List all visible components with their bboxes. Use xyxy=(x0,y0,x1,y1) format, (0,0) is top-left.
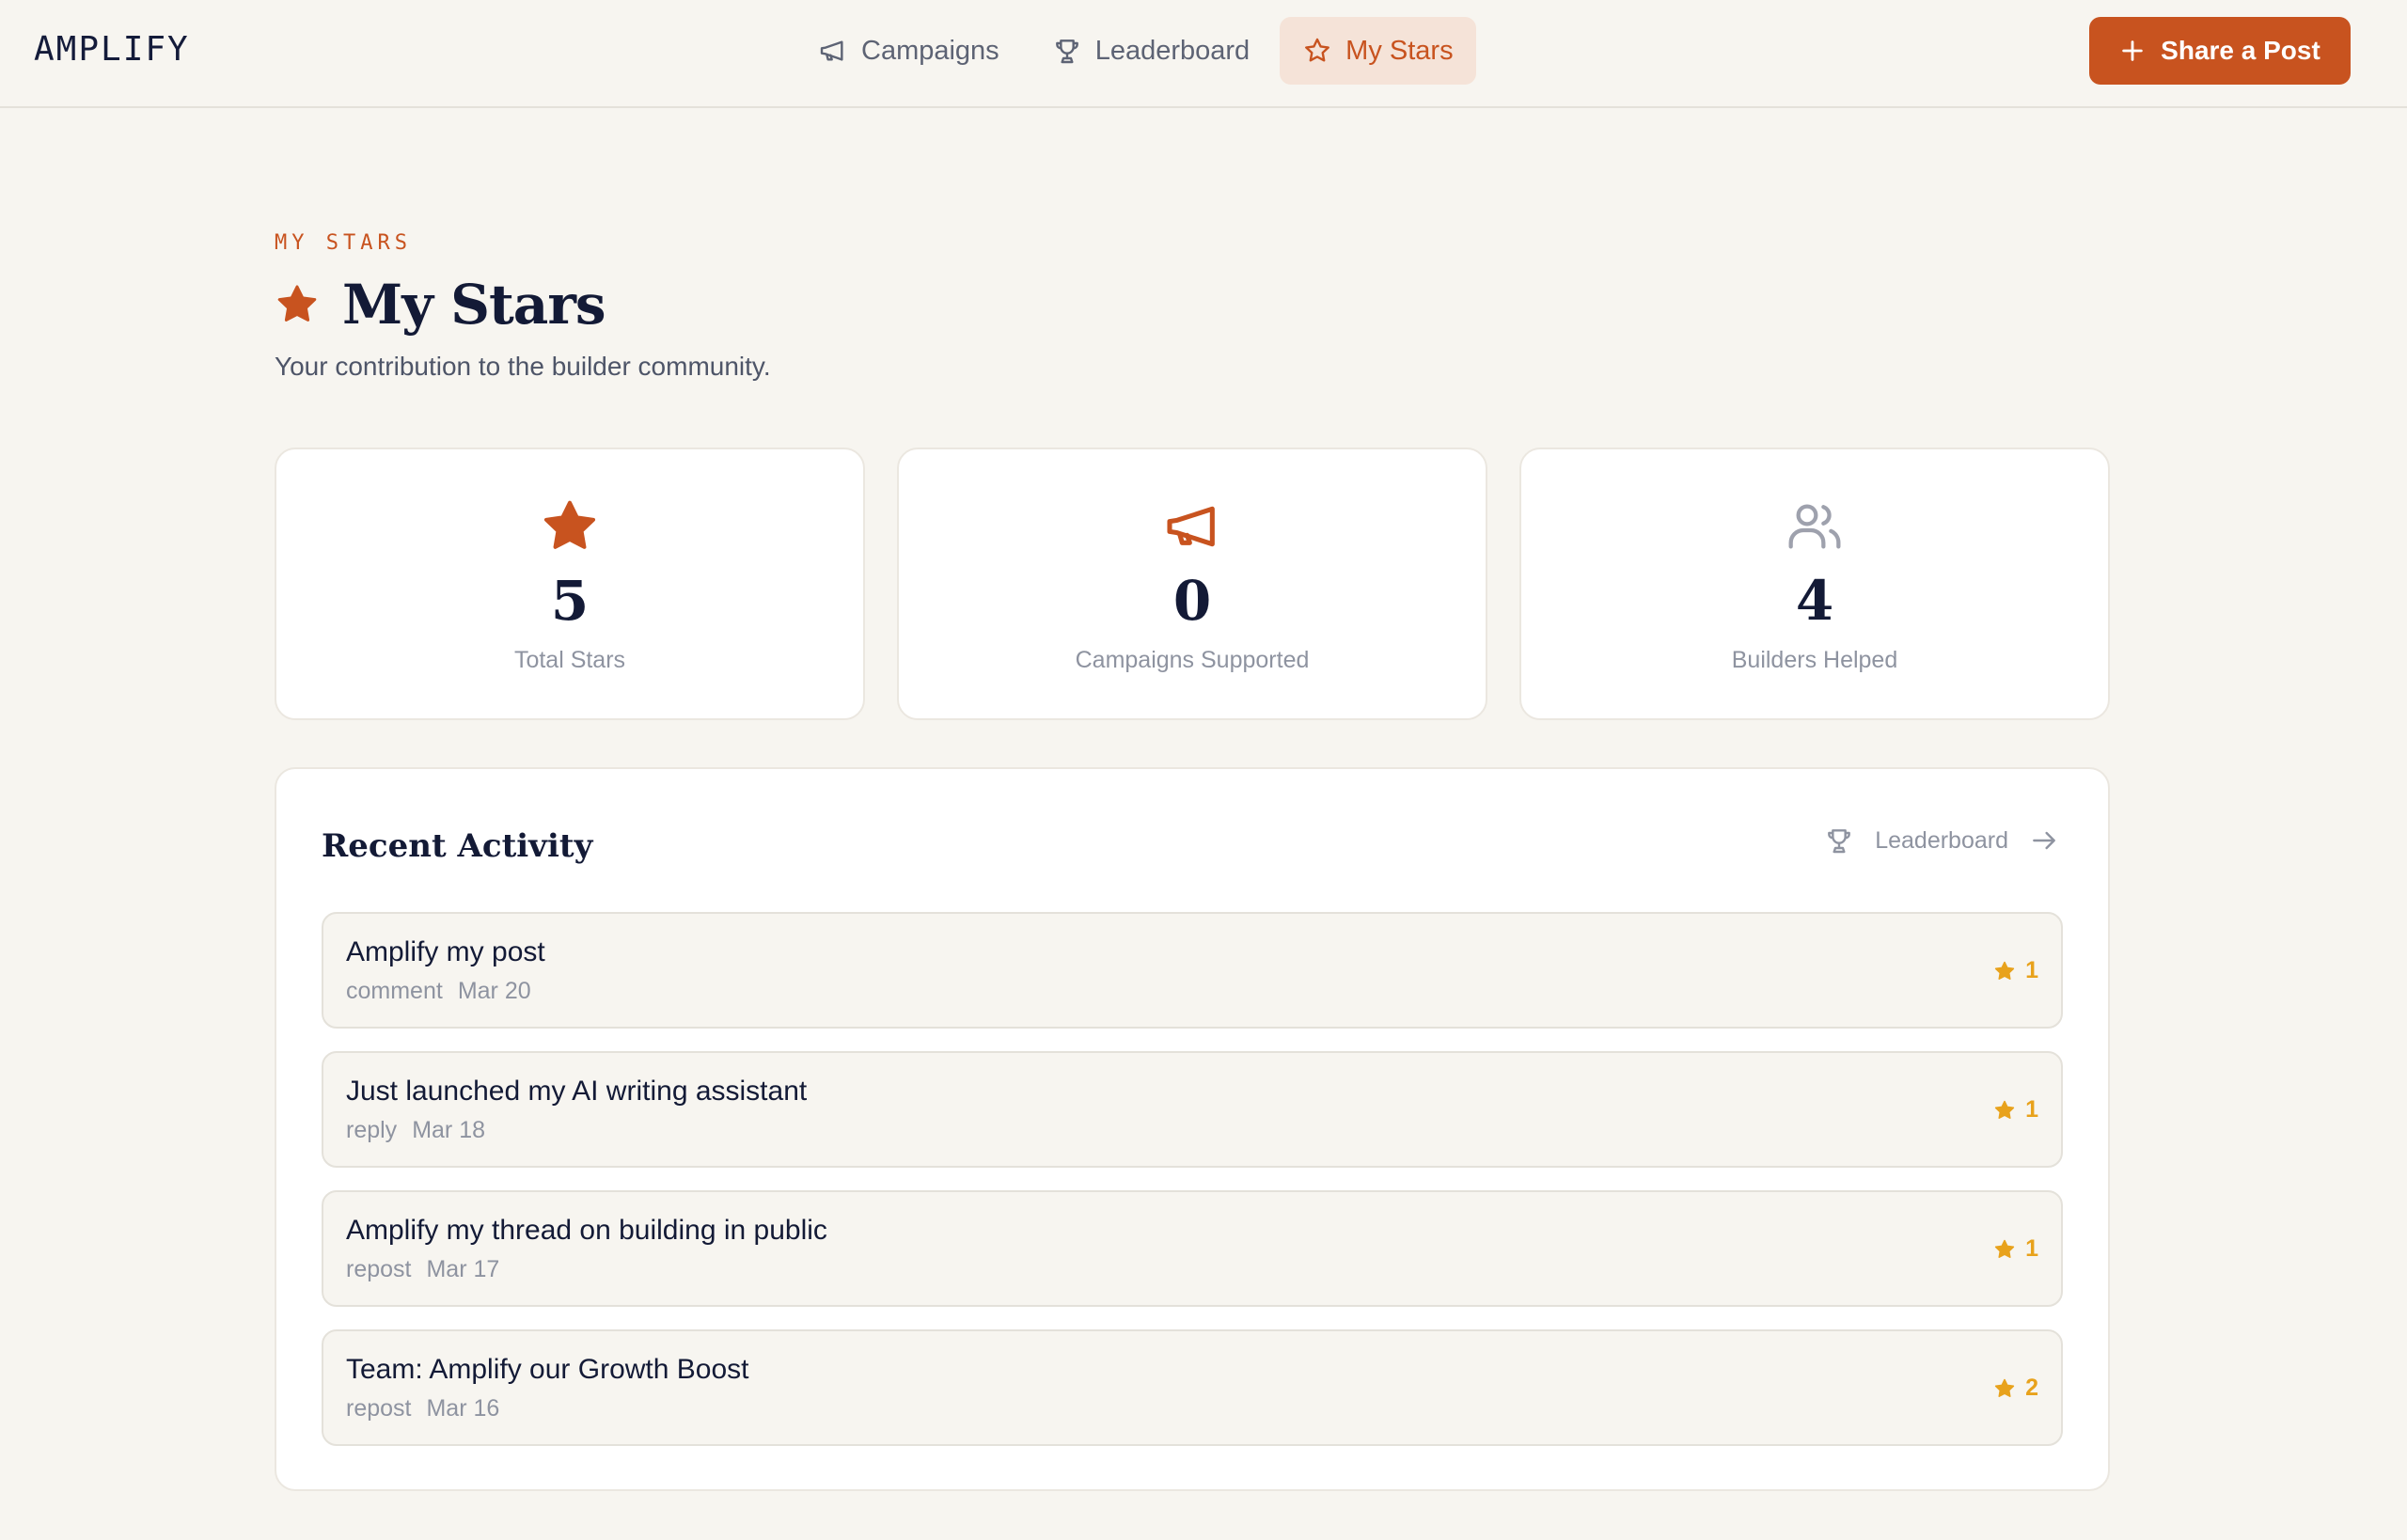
activity-meta: repost Mar 17 xyxy=(346,1256,499,1283)
star-icon xyxy=(1994,1239,2015,1258)
nav-item-leaderboard[interactable]: Leaderboard xyxy=(1030,17,1272,85)
megaphone-icon xyxy=(820,40,843,61)
activity-title: Team: Amplify our Growth Boost xyxy=(346,1354,749,1385)
share-post-button[interactable]: Share a Post xyxy=(2089,17,2351,85)
activity-type: reply xyxy=(346,1117,398,1143)
star-icon xyxy=(1305,38,1330,62)
star-icon xyxy=(277,285,317,322)
activity-date: Mar 17 xyxy=(426,1256,500,1282)
stat-card-total-stars: 5 Total Stars xyxy=(275,448,865,720)
main-nav: Campaigns Leaderboard My Stars xyxy=(795,17,1476,85)
activity-star-count: 2 xyxy=(2025,1375,2038,1401)
activity-item[interactable]: Amplify my thread on building in public … xyxy=(322,1190,2063,1307)
users-icon xyxy=(1788,504,1841,549)
activity-type: comment xyxy=(346,978,443,1004)
activity-list: Amplify my post comment Mar 20 1 Just la… xyxy=(322,912,2063,1469)
activity-meta: reply Mar 18 xyxy=(346,1117,485,1144)
arrow-right-icon xyxy=(2033,831,2055,850)
nav-item-campaigns[interactable]: Campaigns xyxy=(795,17,1022,85)
star-icon xyxy=(543,500,596,549)
stat-value: 5 xyxy=(550,569,590,633)
stat-card-builders-helped: 4 Builders Helped xyxy=(1519,448,2110,720)
page-title-row: My Stars xyxy=(275,273,606,337)
activity-meta: comment Mar 20 xyxy=(346,978,531,1005)
activity-star-count: 1 xyxy=(2025,1096,2038,1123)
star-icon xyxy=(1994,961,2015,980)
activity-star-count: 1 xyxy=(2025,1235,2038,1262)
stat-label: Total Stars xyxy=(513,647,626,673)
plus-icon xyxy=(2122,40,2143,61)
nav-item-label: My Stars xyxy=(1345,35,1454,66)
page-subtitle: Your contribution to the builder communi… xyxy=(275,352,771,381)
star-icon xyxy=(1994,1100,2015,1119)
activity-item[interactable]: Amplify my post comment Mar 20 1 xyxy=(322,912,2063,1029)
stat-value: 4 xyxy=(1795,569,1834,633)
activity-type: repost xyxy=(346,1395,412,1422)
activity-item[interactable]: Team: Amplify our Growth Boost repost Ma… xyxy=(322,1329,2063,1446)
activity-stars: 1 xyxy=(1993,1235,2038,1263)
nav-item-label: Campaigns xyxy=(861,35,999,66)
activity-title: Amplify my thread on building in public xyxy=(346,1215,827,1246)
activity-date: Mar 20 xyxy=(457,978,531,1004)
leaderboard-link[interactable]: Leaderboard xyxy=(1824,825,2059,856)
app-logo[interactable]: AMPLIFY xyxy=(34,30,190,69)
trophy-icon xyxy=(1828,829,1851,854)
megaphone-icon xyxy=(1167,506,1215,547)
stat-label: Builders Helped xyxy=(1731,647,1898,673)
activity-star-count: 1 xyxy=(2025,957,2038,983)
page-title: My Stars xyxy=(342,273,606,337)
page-eyebrow: MY STARS xyxy=(275,231,412,255)
stat-value: 0 xyxy=(1172,569,1212,633)
activity-meta: repost Mar 16 xyxy=(346,1395,499,1422)
nav-item-my-stars[interactable]: My Stars xyxy=(1280,17,1476,85)
top-navigation-bar: AMPLIFY Campaigns Leaderboard My Stars S… xyxy=(0,0,2407,108)
activity-stars: 2 xyxy=(1993,1375,2038,1402)
stat-label: Campaigns Supported xyxy=(1075,647,1310,673)
trophy-icon xyxy=(1055,39,1078,64)
section-title: Recent Activity xyxy=(322,827,593,865)
share-post-label: Share a Post xyxy=(2161,36,2320,65)
activity-date: Mar 16 xyxy=(426,1395,500,1422)
activity-stars: 1 xyxy=(1993,957,2038,984)
stat-card-campaigns-supported: 0 Campaigns Supported xyxy=(897,448,1487,720)
leaderboard-link-label: Leaderboard xyxy=(1875,826,2008,854)
star-icon xyxy=(1994,1378,2015,1397)
activity-item[interactable]: Just launched my AI writing assistant re… xyxy=(322,1051,2063,1168)
activity-stars: 1 xyxy=(1993,1096,2038,1124)
activity-title: Amplify my post xyxy=(346,936,545,967)
activity-type: repost xyxy=(346,1256,412,1282)
activity-date: Mar 18 xyxy=(412,1117,485,1143)
nav-item-label: Leaderboard xyxy=(1094,35,1251,66)
recent-activity-card: Recent Activity Leaderboard Amplify my p… xyxy=(275,767,2110,1491)
activity-title: Just launched my AI writing assistant xyxy=(346,1076,808,1107)
